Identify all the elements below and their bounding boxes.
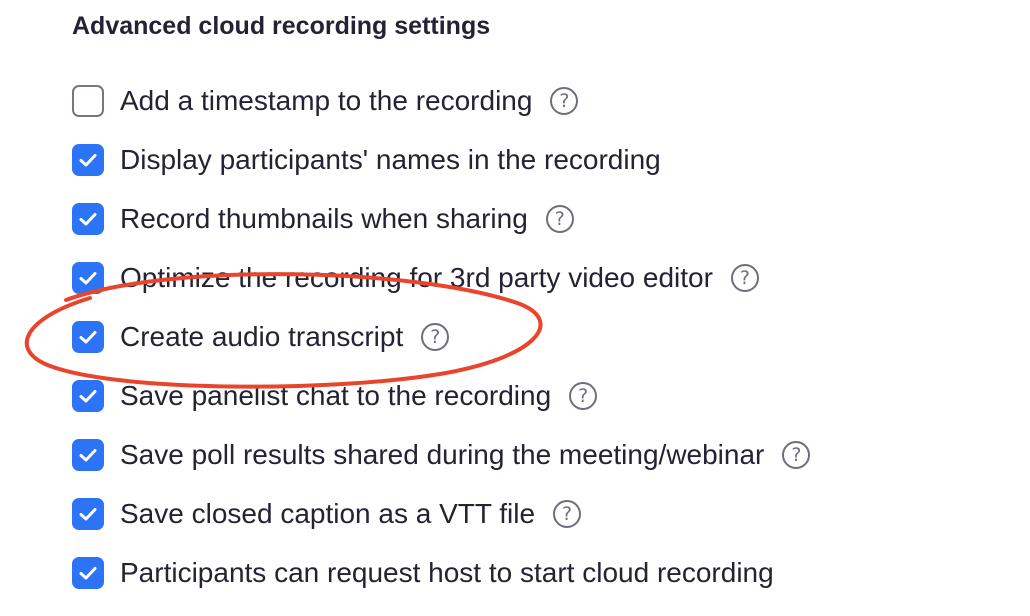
- checkmark-icon: [79, 390, 97, 403]
- option-save-poll-results[interactable]: Save poll results shared during the meet…: [72, 437, 811, 473]
- recording-settings-panel: Advanced cloud recording settings Add a …: [0, 0, 1030, 616]
- checkbox-checked[interactable]: [72, 203, 104, 235]
- option-display-participant-names[interactable]: Display participants' names in the recor…: [72, 142, 661, 178]
- option-label: Create audio transcript: [120, 321, 404, 352]
- checkbox-checked[interactable]: [72, 498, 104, 530]
- option-save-panelist-chat[interactable]: Save panelist chat to the recording ?: [72, 378, 598, 414]
- checkbox-checked[interactable]: [72, 321, 104, 353]
- checkmark-icon: [79, 508, 97, 521]
- checkbox-checked[interactable]: [72, 262, 104, 294]
- checkbox-checked[interactable]: [72, 557, 104, 589]
- option-optimize-for-editor[interactable]: Optimize the recording for 3rd party vid…: [72, 260, 759, 296]
- help-icon[interactable]: ?: [545, 205, 574, 233]
- checkmark-icon: [79, 449, 97, 462]
- checkmark-icon: [79, 331, 97, 344]
- option-label: Save panelist chat to the recording: [120, 380, 552, 411]
- help-icon[interactable]: ?: [550, 87, 579, 115]
- checkbox-unchecked[interactable]: [72, 85, 104, 117]
- option-label: Display participants' names in the recor…: [120, 144, 661, 175]
- help-icon[interactable]: ?: [553, 500, 582, 528]
- option-label: Save poll results shared during the meet…: [120, 439, 765, 470]
- checkbox-checked[interactable]: [72, 439, 104, 471]
- option-add-timestamp[interactable]: Add a timestamp to the recording ?: [72, 83, 579, 119]
- section-title: Advanced cloud recording settings: [72, 12, 491, 40]
- help-icon[interactable]: ?: [569, 382, 598, 410]
- option-save-closed-caption[interactable]: Save closed caption as a VTT file ?: [72, 496, 582, 532]
- option-label: Save closed caption as a VTT file: [120, 498, 536, 529]
- option-request-host-recording[interactable]: Participants can request host to start c…: [72, 555, 774, 591]
- help-icon[interactable]: ?: [782, 441, 811, 469]
- checkmark-icon: [79, 213, 97, 226]
- checkbox-checked[interactable]: [72, 380, 104, 412]
- checkmark-icon: [79, 154, 97, 167]
- help-icon[interactable]: ?: [421, 323, 450, 351]
- option-create-audio-transcript[interactable]: Create audio transcript ?: [72, 319, 450, 355]
- option-label: Add a timestamp to the recording: [120, 85, 533, 116]
- help-icon[interactable]: ?: [730, 264, 759, 292]
- checkmark-icon: [79, 272, 97, 285]
- checkbox-checked[interactable]: [72, 144, 104, 176]
- option-label: Participants can request host to start c…: [120, 557, 774, 588]
- option-label: Record thumbnails when sharing: [120, 203, 528, 234]
- option-record-thumbnails[interactable]: Record thumbnails when sharing ?: [72, 201, 574, 237]
- option-label: Optimize the recording for 3rd party vid…: [120, 262, 713, 293]
- checkmark-icon: [79, 567, 97, 580]
